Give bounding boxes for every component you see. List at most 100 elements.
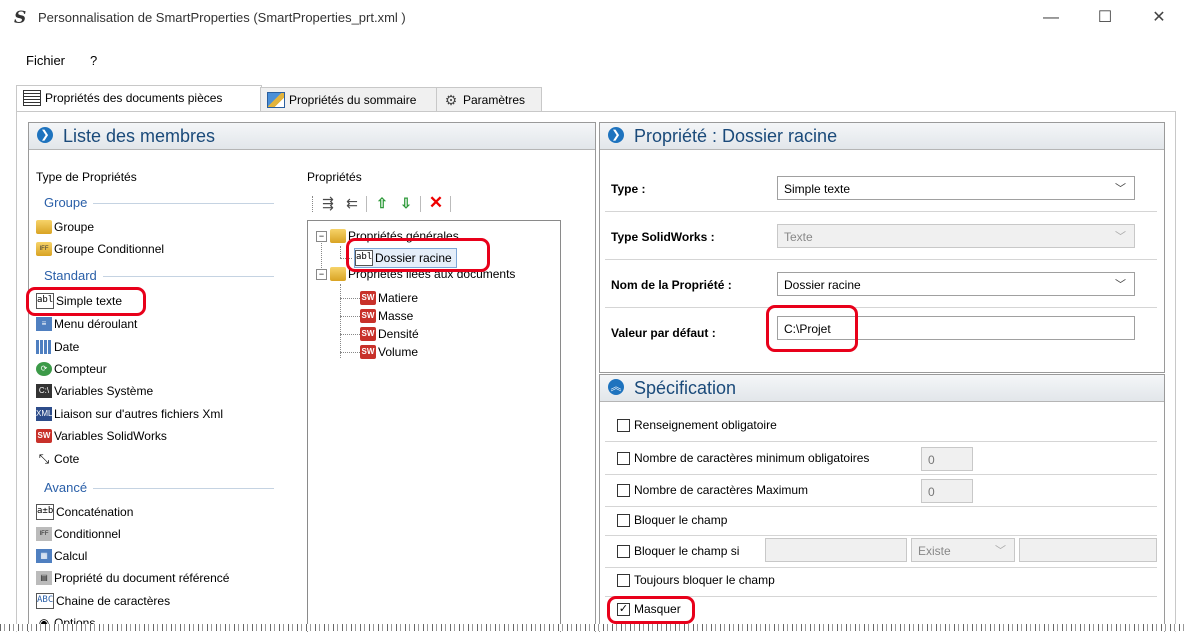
min-chars-input[interactable]: 0 — [921, 447, 973, 471]
lock-field-checkbox[interactable] — [617, 514, 630, 527]
members-panel-title: Liste des membres — [63, 126, 216, 146]
close-button[interactable]: ✕ — [1136, 4, 1182, 32]
row-separator — [605, 259, 1157, 260]
tab-parametres[interactable]: ⚙ Paramètres — [436, 87, 542, 112]
chevron-down-icon: ﹀ — [1115, 231, 1126, 243]
solidworks-icon: SW — [360, 344, 376, 359]
type-item-propriete-reference[interactable]: ▤ Propriété du document référencé — [36, 567, 229, 589]
tree-line — [340, 352, 360, 353]
type-item-label: Date — [54, 340, 80, 354]
property-name-label: Nom de la Propriété : — [611, 278, 732, 292]
always-lock-checkbox[interactable] — [617, 574, 630, 587]
tree-line — [340, 284, 341, 358]
highlight-ring — [607, 596, 695, 624]
specification-panel-header: ︽ Spécification — [600, 375, 1164, 402]
type-item-variables-systeme[interactable]: C:\ Variables Système — [36, 380, 153, 402]
tab-label: Paramètres — [463, 93, 526, 107]
type-item-label: Variables Système — [54, 384, 154, 398]
chevron-down-icon: ﹀ — [995, 545, 1006, 557]
folder-icon — [36, 219, 52, 234]
type-item-concatenation[interactable]: a±b Concaténation — [36, 501, 133, 523]
tree-node-label: Densité — [378, 327, 419, 341]
delete-x-icon[interactable]: ✕ — [426, 193, 446, 213]
solidworks-icon: SW — [36, 428, 52, 443]
type-item-chaine-caracteres[interactable]: ABC Chaine de caractères — [36, 590, 170, 612]
minimize-button[interactable]: — — [1028, 4, 1074, 32]
lock-if-field-input[interactable] — [765, 538, 907, 562]
type-item-label: Variables SolidWorks — [54, 429, 167, 443]
type-select[interactable]: Simple texte ﹀ — [777, 176, 1135, 200]
sw-type-select[interactable]: Texte ﹀ — [777, 224, 1135, 248]
collapse-toggle-icon[interactable]: − — [316, 269, 327, 281]
max-chars-checkbox[interactable] — [617, 484, 630, 497]
tree-node-masse[interactable]: SW Masse — [360, 306, 413, 326]
dimension-arrow-icon: ⤡ — [38, 450, 50, 466]
toolbar-separator — [450, 196, 451, 212]
highlight-ring — [766, 305, 858, 352]
lock-if-value-input[interactable] — [1019, 538, 1157, 562]
tree-node-matiere[interactable]: SW Matiere — [360, 288, 418, 308]
expand-all-icon[interactable]: ⇶ — [318, 193, 338, 213]
toolbar-grip — [312, 196, 315, 212]
sw-type-label: Type SolidWorks : — [611, 230, 715, 244]
chevron-right-icon: ❯ — [37, 127, 53, 144]
max-chars-input[interactable]: 0 — [921, 479, 973, 503]
property-name-select[interactable]: Dossier racine ﹀ — [777, 272, 1135, 296]
type-item-conditionnel[interactable]: IFF Conditionnel — [36, 523, 121, 545]
type-item-date[interactable]: Date — [36, 336, 79, 358]
edit-pencil-icon — [267, 91, 285, 108]
types-column-title: Type de Propriétés — [36, 170, 137, 184]
solidworks-icon: SW — [360, 326, 376, 341]
type-item-label: Concaténation — [56, 505, 134, 519]
xml-file-icon: XML — [36, 406, 52, 421]
lock-if-operator-value: Existe — [918, 544, 951, 558]
type-item-compteur[interactable]: ⟳ Compteur — [36, 358, 107, 380]
collapse-all-icon[interactable]: ⇇ — [342, 193, 362, 213]
tree-line — [340, 334, 360, 335]
folder-icon — [330, 266, 346, 281]
min-chars-checkbox[interactable] — [617, 452, 630, 465]
tree-node-label: Matiere — [378, 291, 419, 305]
row-separator — [605, 535, 1157, 536]
tab-proprietes-pieces[interactable]: Propriétés des documents pièces — [16, 85, 262, 113]
menu-help[interactable]: ? — [90, 53, 97, 68]
system-console-icon: C:\ — [36, 383, 52, 398]
collapse-toggle-icon[interactable]: − — [316, 231, 327, 243]
type-item-menu-deroulant[interactable]: ≡ Menu déroulant — [36, 313, 137, 335]
section-standard-title: Standard — [44, 268, 103, 283]
tab-label: Propriétés des documents pièces — [45, 91, 223, 105]
lock-if-checkbox[interactable] — [617, 545, 630, 558]
menu-fichier[interactable]: Fichier — [26, 53, 65, 68]
type-item-groupe[interactable]: Groupe — [36, 216, 94, 238]
move-down-arrow-icon[interactable]: ⇩ — [396, 193, 416, 213]
row-separator — [605, 211, 1157, 212]
tab-proprietes-sommaire[interactable]: Propriétés du sommaire — [260, 87, 438, 112]
type-item-liaison-xml[interactable]: XML Liaison sur d'autres fichiers Xml — [36, 403, 223, 425]
lock-if-operator-select[interactable]: Existe ﹀ — [911, 538, 1015, 562]
type-item-calcul[interactable]: ▦ Calcul — [36, 545, 87, 567]
conditional-icon: IFF — [36, 526, 52, 541]
type-item-label: Groupe Conditionnel — [54, 242, 165, 256]
calculator-icon: ▦ — [36, 548, 52, 563]
required-checkbox[interactable] — [617, 419, 630, 432]
tree-node-densite[interactable]: SW Densité — [360, 324, 419, 344]
type-item-label: Groupe — [54, 220, 95, 234]
highlight-ring — [26, 287, 146, 316]
menu-bar — [0, 50, 1187, 72]
row-separator — [605, 474, 1157, 475]
double-chevron-up-icon[interactable]: ︽ — [608, 379, 624, 396]
type-item-label: Chaine de caractères — [56, 594, 171, 608]
move-up-arrow-icon[interactable]: ⇧ — [372, 193, 392, 213]
solidworks-icon: SW — [360, 308, 376, 323]
type-item-label: Liaison sur d'autres fichiers Xml — [54, 407, 224, 421]
type-item-groupe-conditionnel[interactable]: IFF Groupe Conditionnel — [36, 238, 164, 260]
tree-node-volume[interactable]: SW Volume — [360, 342, 418, 362]
tree-node-label: Masse — [378, 309, 414, 323]
tree-node-label: Volume — [378, 345, 419, 359]
sw-type-select-value: Texte — [784, 230, 813, 244]
type-item-label: Calcul — [54, 549, 88, 563]
type-item-cote[interactable]: ⤡ Cote — [36, 448, 80, 470]
max-chars-label: Nombre de caractères Maximum — [634, 483, 809, 497]
maximize-button[interactable]: ☐ — [1082, 4, 1128, 32]
type-item-variables-solidworks[interactable]: SW Variables SolidWorks — [36, 425, 167, 447]
